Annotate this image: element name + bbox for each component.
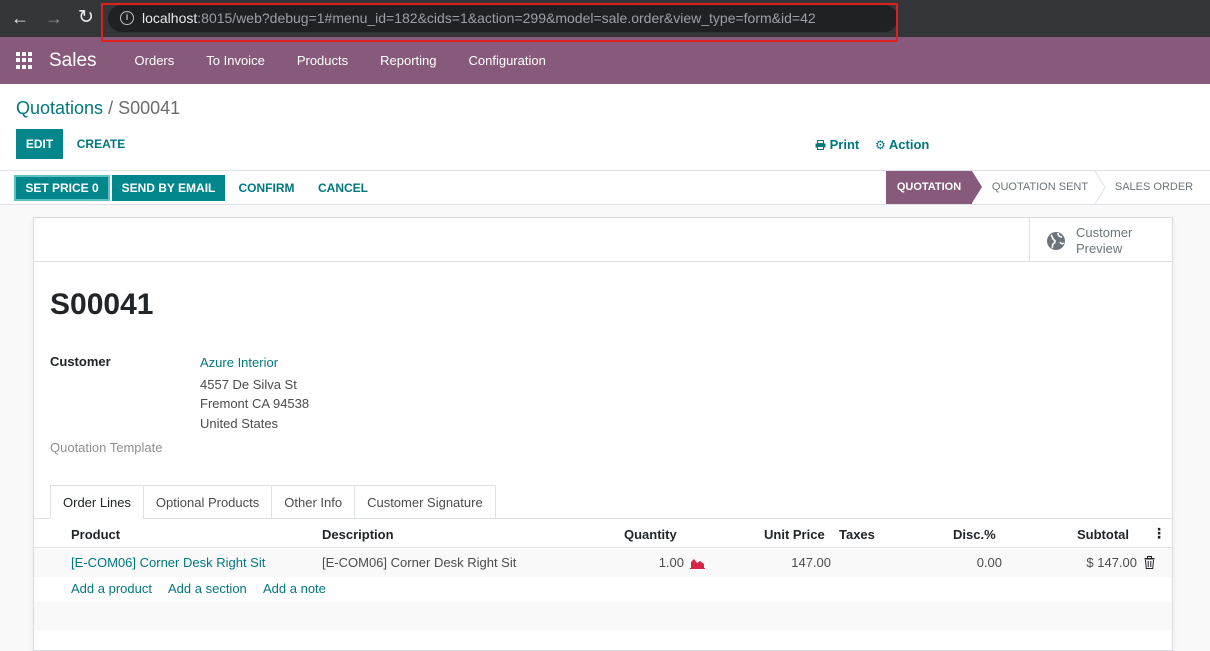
col-quantity[interactable]: Quantity <box>624 527 677 542</box>
breadcrumb-quotations[interactable]: Quotations <box>16 98 103 118</box>
stage-quotation-sent[interactable]: QUOTATION SENT <box>984 171 1096 204</box>
col-product[interactable]: Product <box>71 527 120 542</box>
quotation-template-label: Quotation Template <box>50 440 163 455</box>
menu-reporting[interactable]: Reporting <box>364 53 452 68</box>
order-name: S00041 <box>50 288 154 321</box>
customer-preview-label: Customer Preview <box>1076 225 1156 257</box>
add-line-row: Add a product Add a section Add a note <box>34 577 1172 605</box>
col-unit-price[interactable]: Unit Price <box>764 527 825 542</box>
print-button[interactable]: Print <box>815 137 859 152</box>
customer-preview-button[interactable]: Customer Preview <box>1029 218 1172 262</box>
menu-to-invoice[interactable]: To Invoice <box>190 53 281 68</box>
kebab-menu-icon[interactable]: ⋮ <box>1152 526 1166 540</box>
row-discount[interactable]: 0.00 <box>953 555 1002 570</box>
row-description[interactable]: [E-COM06] Corner Desk Right Sit <box>322 555 516 570</box>
tab-other-info[interactable]: Other Info <box>271 485 356 519</box>
apps-grid-icon[interactable] <box>16 52 33 69</box>
empty-row <box>34 602 1172 630</box>
add-section-link[interactable]: Add a section <box>168 581 247 596</box>
col-description[interactable]: Description <box>322 527 394 542</box>
print-label: Print <box>829 137 860 152</box>
gear-icon: ⚙ <box>875 138 886 152</box>
table-row[interactable]: [E-COM06] Corner Desk Right Sit [E-COM06… <box>34 549 1172 577</box>
customer-label: Customer <box>50 354 111 369</box>
menu-products[interactable]: Products <box>281 53 364 68</box>
create-button[interactable]: CREATE <box>70 129 132 159</box>
tab-customer-signature[interactable]: Customer Signature <box>354 485 496 519</box>
stage-quotation[interactable]: QUOTATION <box>886 171 972 204</box>
menu-configuration[interactable]: Configuration <box>453 53 562 68</box>
tab-order-lines[interactable]: Order Lines <box>50 485 144 519</box>
reload-icon[interactable]: ↻ <box>74 6 98 30</box>
menu-orders[interactable]: Orders <box>119 53 191 68</box>
col-taxes[interactable]: Taxes <box>839 527 875 542</box>
add-product-link[interactable]: Add a product <box>71 581 152 596</box>
form-sheet: Customer Preview S00041 Customer Azure I… <box>33 217 1173 651</box>
table-header-row: Product Description Quantity Unit Price … <box>34 519 1172 548</box>
row-subtotal: $ 147.00 <box>1086 555 1137 570</box>
row-product[interactable]: [E-COM06] Corner Desk Right Sit <box>71 555 265 570</box>
row-quantity[interactable]: 1.00 <box>624 555 684 570</box>
print-icon <box>815 140 826 150</box>
col-subtotal[interactable]: Subtotal <box>1077 527 1129 542</box>
stage-separator <box>1094 171 1106 204</box>
tab-optional-products[interactable]: Optional Products <box>142 485 273 519</box>
confirm-button[interactable]: CONFIRM <box>232 175 301 201</box>
customer-preview-line1: Customer <box>1076 225 1133 240</box>
browser-toolbar: ← → ↻ i localhost:8015/web?debug=1#menu_… <box>0 0 1210 42</box>
app-title[interactable]: Sales <box>49 50 97 72</box>
action-button[interactable]: ⚙ Action <box>875 137 929 152</box>
stage-arrow-active <box>972 171 982 203</box>
add-note-link[interactable]: Add a note <box>263 581 326 596</box>
breadcrumb-current: S00041 <box>118 98 181 118</box>
trash-icon[interactable] <box>1144 556 1155 569</box>
form-statusbar: SET PRICE 0 SEND BY EMAIL CONFIRM CANCEL… <box>0 170 1210 205</box>
button-box: Customer Preview <box>34 218 1172 262</box>
url-highlight-box <box>101 3 898 42</box>
customer-link[interactable]: Azure Interior <box>200 355 278 370</box>
address-line-1: 4557 De Silva St <box>200 377 297 392</box>
customer-preview-line2: Preview <box>1076 241 1123 256</box>
action-label: Action <box>888 137 930 152</box>
app-navbar: Sales Orders To Invoice Products Reporti… <box>0 37 1210 84</box>
forecast-chart-icon[interactable] <box>690 557 705 569</box>
notebook-tabs: Order Lines Optional Products Other Info… <box>50 485 496 519</box>
back-arrow-icon[interactable]: ← <box>8 6 32 30</box>
col-discount[interactable]: Disc.% <box>953 527 996 542</box>
set-price-button[interactable]: SET PRICE 0 <box>14 175 110 201</box>
breadcrumb-separator: / <box>108 98 114 118</box>
forward-arrow-icon[interactable]: → <box>42 6 66 30</box>
address-line-3: United States <box>200 416 279 431</box>
globe-icon <box>1047 232 1065 250</box>
breadcrumb: Quotations / S00041 <box>16 98 180 119</box>
address-line-2: Fremont CA 94538 <box>200 396 310 411</box>
row-unit-price[interactable]: 147.00 <box>764 555 831 570</box>
stage-sales-order[interactable]: SALES ORDER <box>1106 171 1202 204</box>
cancel-button[interactable]: CANCEL <box>311 175 375 201</box>
send-by-email-button[interactable]: SEND BY EMAIL <box>112 175 225 201</box>
edit-button[interactable]: EDIT <box>16 129 63 159</box>
